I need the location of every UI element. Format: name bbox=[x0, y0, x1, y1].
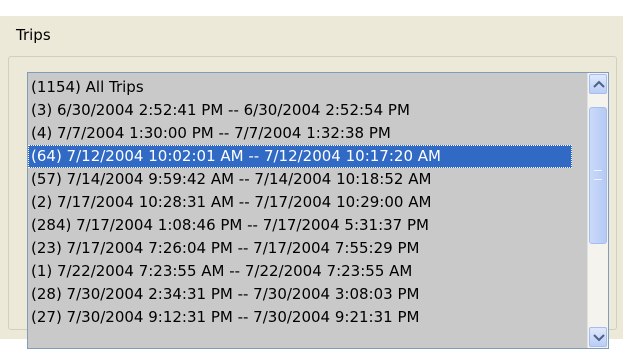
trips-list-rows: (1154) All Trips (3) 6/30/2004 2:52:41 PM… bbox=[28, 76, 587, 329]
scroll-grip-icon bbox=[594, 170, 602, 180]
list-item[interactable]: (1154) All Trips bbox=[28, 76, 587, 99]
list-item[interactable]: (27) 7/30/2004 9:12:31 PM -- 7/30/2004 9… bbox=[28, 306, 587, 329]
list-item[interactable]: (23) 7/17/2004 7:26:04 PM -- 7/17/2004 7… bbox=[28, 237, 587, 260]
list-item[interactable]: (1) 7/22/2004 7:23:55 AM -- 7/22/2004 7:… bbox=[28, 260, 587, 283]
list-item[interactable]: (284) 7/17/2004 1:08:46 PM -- 7/17/2004 … bbox=[28, 214, 587, 237]
vertical-scrollbar[interactable] bbox=[587, 73, 608, 348]
arrow-down-icon bbox=[593, 334, 605, 342]
group-title: Trips bbox=[14, 26, 53, 44]
scroll-down-button[interactable] bbox=[589, 327, 607, 347]
clipped-header-strip bbox=[0, 0, 623, 16]
trips-listbox[interactable]: (1154) All Trips (3) 6/30/2004 2:52:41 PM… bbox=[27, 72, 609, 349]
scroll-up-button[interactable] bbox=[589, 74, 607, 94]
list-item[interactable]: (57) 7/14/2004 9:59:42 AM -- 7/14/2004 1… bbox=[28, 168, 587, 191]
list-item[interactable]: (2) 7/17/2004 10:28:31 AM -- 7/17/2004 1… bbox=[28, 191, 587, 214]
arrow-up-icon bbox=[593, 80, 605, 88]
list-item[interactable]: (28) 7/30/2004 2:34:31 PM -- 7/30/2004 3… bbox=[28, 283, 587, 306]
list-item[interactable]: (64) 7/12/2004 10:02:01 AM -- 7/12/2004 … bbox=[28, 145, 572, 168]
list-item[interactable]: (3) 6/30/2004 2:52:41 PM -- 6/30/2004 2:… bbox=[28, 99, 587, 122]
list-item[interactable]: (4) 7/7/2004 1:30:00 PM -- 7/7/2004 1:32… bbox=[28, 122, 587, 145]
scroll-thumb[interactable] bbox=[589, 107, 607, 244]
trips-group-panel: Trips (1154) All Trips (3) 6/30/2004 2:52… bbox=[0, 16, 623, 349]
